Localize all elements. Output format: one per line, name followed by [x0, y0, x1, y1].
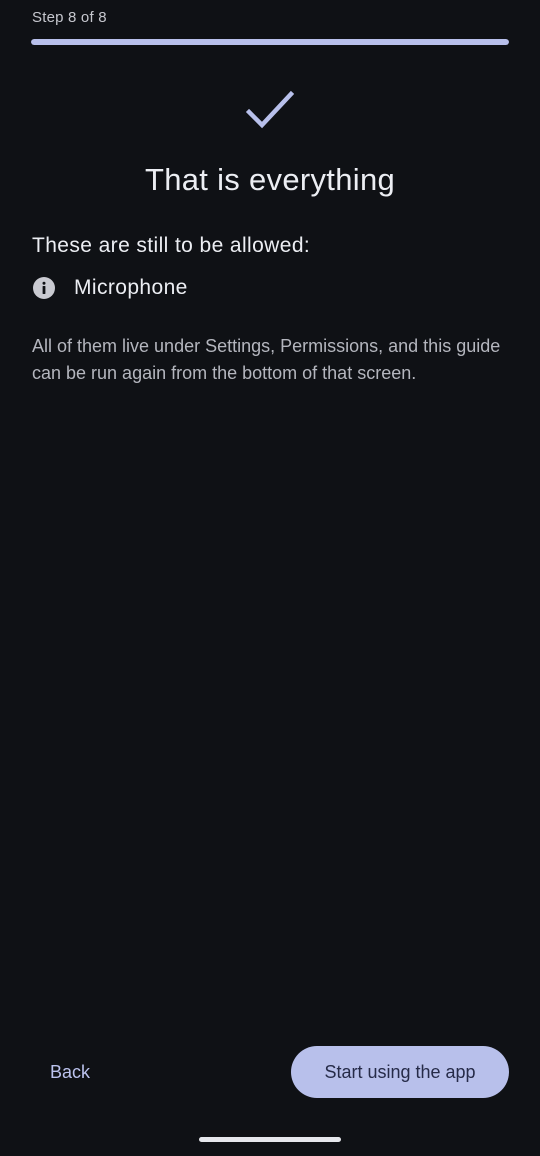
permission-label: Microphone	[74, 276, 188, 299]
checkmark-icon	[246, 90, 294, 129]
pending-permissions-heading: These are still to be allowed:	[32, 234, 311, 257]
progress-bar-fill	[31, 39, 509, 45]
permission-item-microphone: Microphone	[32, 274, 188, 302]
start-using-app-button[interactable]: Start using the app	[291, 1046, 509, 1098]
home-indicator[interactable]	[199, 1137, 341, 1142]
back-button[interactable]: Back	[32, 1050, 108, 1094]
settings-hint-text: All of them live under Settings, Permiss…	[32, 336, 501, 383]
onboarding-screen: Step 8 of 8 That is everything These are…	[0, 0, 540, 1156]
progress-bar	[31, 39, 509, 45]
page-title: That is everything	[144, 162, 396, 197]
info-icon	[32, 276, 56, 300]
step-indicator: Step 8 of 8	[32, 9, 107, 26]
